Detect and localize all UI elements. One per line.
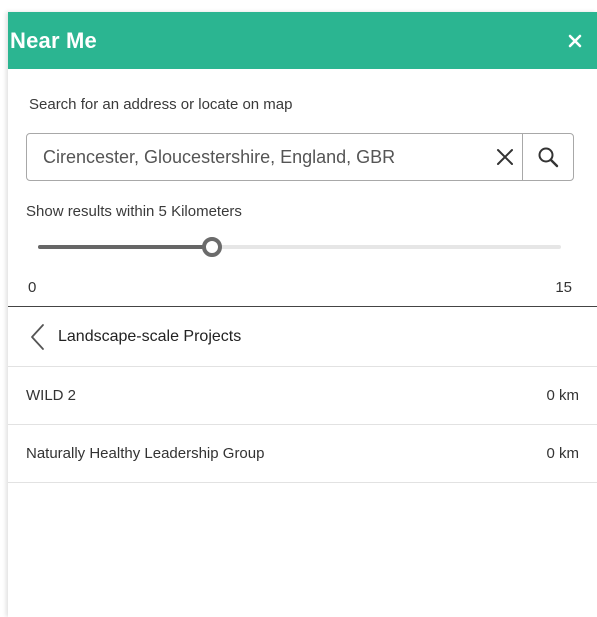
search-button[interactable]	[522, 134, 573, 180]
results-list: WILD 2 0 km Naturally Healthy Leadership…	[8, 367, 597, 483]
slider-max-label: 15	[555, 279, 572, 296]
result-row[interactable]: WILD 2 0 km	[8, 367, 597, 425]
search-icon	[538, 147, 559, 168]
distance-slider[interactable]	[38, 235, 561, 259]
near-me-panel: Near Me Search for an address or locate …	[8, 12, 597, 617]
result-row[interactable]: Naturally Healthy Leadership Group 0 km	[8, 425, 597, 483]
result-distance: 0 km	[546, 387, 579, 404]
chevron-left-icon	[26, 323, 48, 351]
clear-x-icon	[497, 149, 513, 165]
close-icon	[568, 34, 582, 47]
search-box	[26, 133, 574, 181]
slider-fill	[38, 245, 213, 249]
panel-title: Near Me	[10, 27, 97, 53]
search-label: Search for an address or locate on map	[29, 96, 293, 113]
result-name: Naturally Healthy Leadership Group	[26, 445, 265, 462]
category-back-button[interactable]: Landscape-scale Projects	[8, 307, 597, 367]
close-button[interactable]	[565, 31, 585, 51]
radius-label: Show results within 5 Kilometers	[26, 203, 242, 220]
panel-header: Near Me	[8, 12, 597, 69]
search-input[interactable]	[27, 134, 488, 180]
clear-search-button[interactable]	[488, 134, 522, 180]
slider-thumb[interactable]	[202, 237, 223, 257]
slider-min-label: 0	[28, 279, 37, 296]
result-name: WILD 2	[26, 387, 77, 404]
category-title: Landscape-scale Projects	[58, 327, 242, 345]
result-distance: 0 km	[546, 445, 579, 462]
